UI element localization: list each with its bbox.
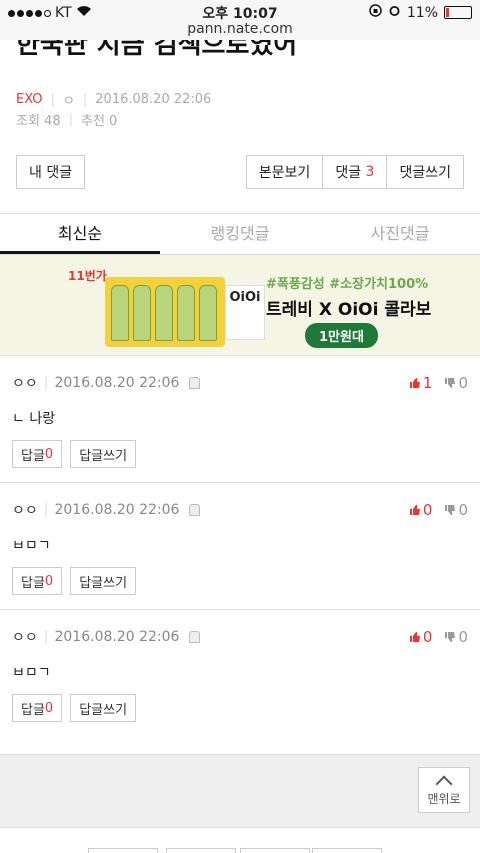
downvote-button[interactable]: 0 — [444, 374, 468, 392]
comment-votes: 0 0 — [409, 501, 468, 519]
downvote-button[interactable]: 0 — [444, 501, 468, 519]
rotation-lock-icon — [369, 4, 382, 21]
footer-tab[interactable] — [88, 848, 158, 853]
lock-icon — [189, 631, 201, 643]
article-button-group: 본문보기 댓글 3 댓글쓰기 — [245, 155, 464, 189]
article-meta: EXO | ㅇ | 2016.08.20 22:06 조회 48 | 추천 0 — [16, 91, 212, 129]
reply-button[interactable]: 답글 0 — [12, 567, 63, 595]
downvote-button[interactable]: 0 — [444, 628, 468, 646]
view-body-button[interactable]: 본문보기 — [245, 155, 323, 189]
view-count: 조회 48 — [16, 113, 61, 129]
ad-badge: 11번가 — [68, 269, 107, 283]
write-comment-button[interactable]: 댓글쓰기 — [386, 155, 464, 189]
comment-body: ㅂㅁㄱ — [12, 665, 51, 681]
upvote-button[interactable]: 0 — [409, 628, 432, 646]
author-name[interactable]: EXO — [16, 92, 43, 107]
thumbs-down-icon — [444, 375, 456, 388]
footer-tab[interactable] — [312, 848, 382, 853]
comment-item: ㅇㅇ | 2016.08.20 22:06 0 0 ㅂㅁㄱ 답글 0 답글쓰기 — [0, 482, 480, 609]
article-date: 2016.08.20 22:06 — [95, 91, 212, 107]
reply-button[interactable]: 답글 0 — [12, 694, 63, 722]
comments-count: 3 — [365, 164, 375, 180]
comment-date: 2016.08.20 22:06 — [54, 502, 180, 518]
alarm-icon — [388, 4, 401, 21]
comment-list: ㅇㅇ | 2016.08.20 22:06 1 0 ㄴ 나랑 답글 0 답글쓰기 … — [0, 355, 480, 736]
lock-icon — [189, 377, 201, 389]
footer-area: 맨위로 — [0, 754, 480, 827]
lock-icon — [189, 504, 201, 516]
article-title: 한국판 지금 검색으로였어 — [16, 40, 298, 56]
scroll-top-label: 맨위로 — [427, 792, 461, 806]
tab-ranking[interactable]: 랭킹댓글 — [160, 214, 320, 254]
comment-body: ㄴ 나랑 — [12, 411, 56, 427]
thumbs-down-icon — [444, 502, 456, 515]
url-bar[interactable]: pann.nate.com — [0, 21, 480, 37]
comment-tabs: 최신순 랭킹댓글 사진댓글 — [0, 214, 480, 255]
arrow-up-icon — [435, 775, 453, 793]
comment-body: ㅂㅁㄱ — [12, 538, 51, 554]
scroll-top-button[interactable]: 맨위로 — [418, 767, 470, 813]
write-reply-button[interactable]: 답글쓰기 — [70, 694, 137, 722]
write-reply-button[interactable]: 답글쓰기 — [70, 567, 137, 595]
status-icons: 11% — [369, 4, 472, 21]
comment-votes: 0 0 — [409, 628, 468, 646]
ad-hashtags: #폭풍감성 #소장가치100% — [266, 277, 429, 292]
comment-author: ㅇㅇ — [12, 503, 38, 519]
upvote-button[interactable]: 1 — [409, 374, 432, 392]
thumbs-up-icon — [409, 629, 421, 642]
thumbs-up-icon — [409, 375, 421, 388]
comment-actions: 내 댓글 본문보기 댓글 3 댓글쓰기 — [0, 155, 480, 189]
comment-votes: 1 0 — [409, 374, 468, 392]
my-comments-button[interactable]: 내 댓글 — [16, 155, 86, 189]
comments-button[interactable]: 댓글 3 — [322, 155, 387, 189]
comment-item: ㅇㅇ | 2016.08.20 22:06 0 0 ㅂㅁㄱ 답글 0 답글쓰기 — [0, 609, 480, 736]
tab-photo[interactable]: 사진댓글 — [320, 214, 480, 254]
ad-bag-image: OiOi — [225, 285, 265, 340]
status-bar: KT 오후 10:07 pann.nate.com 11% — [0, 0, 480, 40]
battery-icon — [444, 6, 472, 19]
footer-tab[interactable] — [166, 848, 236, 853]
bottom-strip — [0, 827, 480, 853]
battery-percent: 11% — [406, 4, 438, 21]
comment-date: 2016.08.20 22:06 — [54, 375, 180, 391]
thumbs-down-icon — [444, 629, 456, 642]
like-count: 추천 0 — [81, 113, 118, 129]
write-reply-button[interactable]: 답글쓰기 — [70, 440, 137, 468]
reply-button[interactable]: 답글 0 — [12, 440, 63, 468]
ad-product-image — [105, 277, 225, 347]
ad-banner[interactable]: 11번가 OiOi #폭풍감성 #소장가치100% 트레비 X OiOi 콜라보… — [0, 255, 480, 355]
ad-title: 트레비 X OiOi 콜라보 — [266, 300, 432, 320]
upvote-button[interactable]: 0 — [409, 501, 432, 519]
ad-price: 1만원대 — [305, 323, 378, 348]
comment-author: ㅇㅇ — [12, 376, 38, 392]
tab-latest[interactable]: 최신순 — [0, 214, 160, 254]
author-extra: ㅇ — [62, 93, 75, 109]
comments-label: 댓글 — [335, 165, 362, 181]
comment-author: ㅇㅇ — [12, 630, 38, 646]
thumbs-up-icon — [409, 502, 421, 515]
comment-date: 2016.08.20 22:06 — [54, 629, 180, 645]
footer-tab[interactable] — [240, 848, 310, 853]
comment-item: ㅇㅇ | 2016.08.20 22:06 1 0 ㄴ 나랑 답글 0 답글쓰기 — [0, 355, 480, 482]
